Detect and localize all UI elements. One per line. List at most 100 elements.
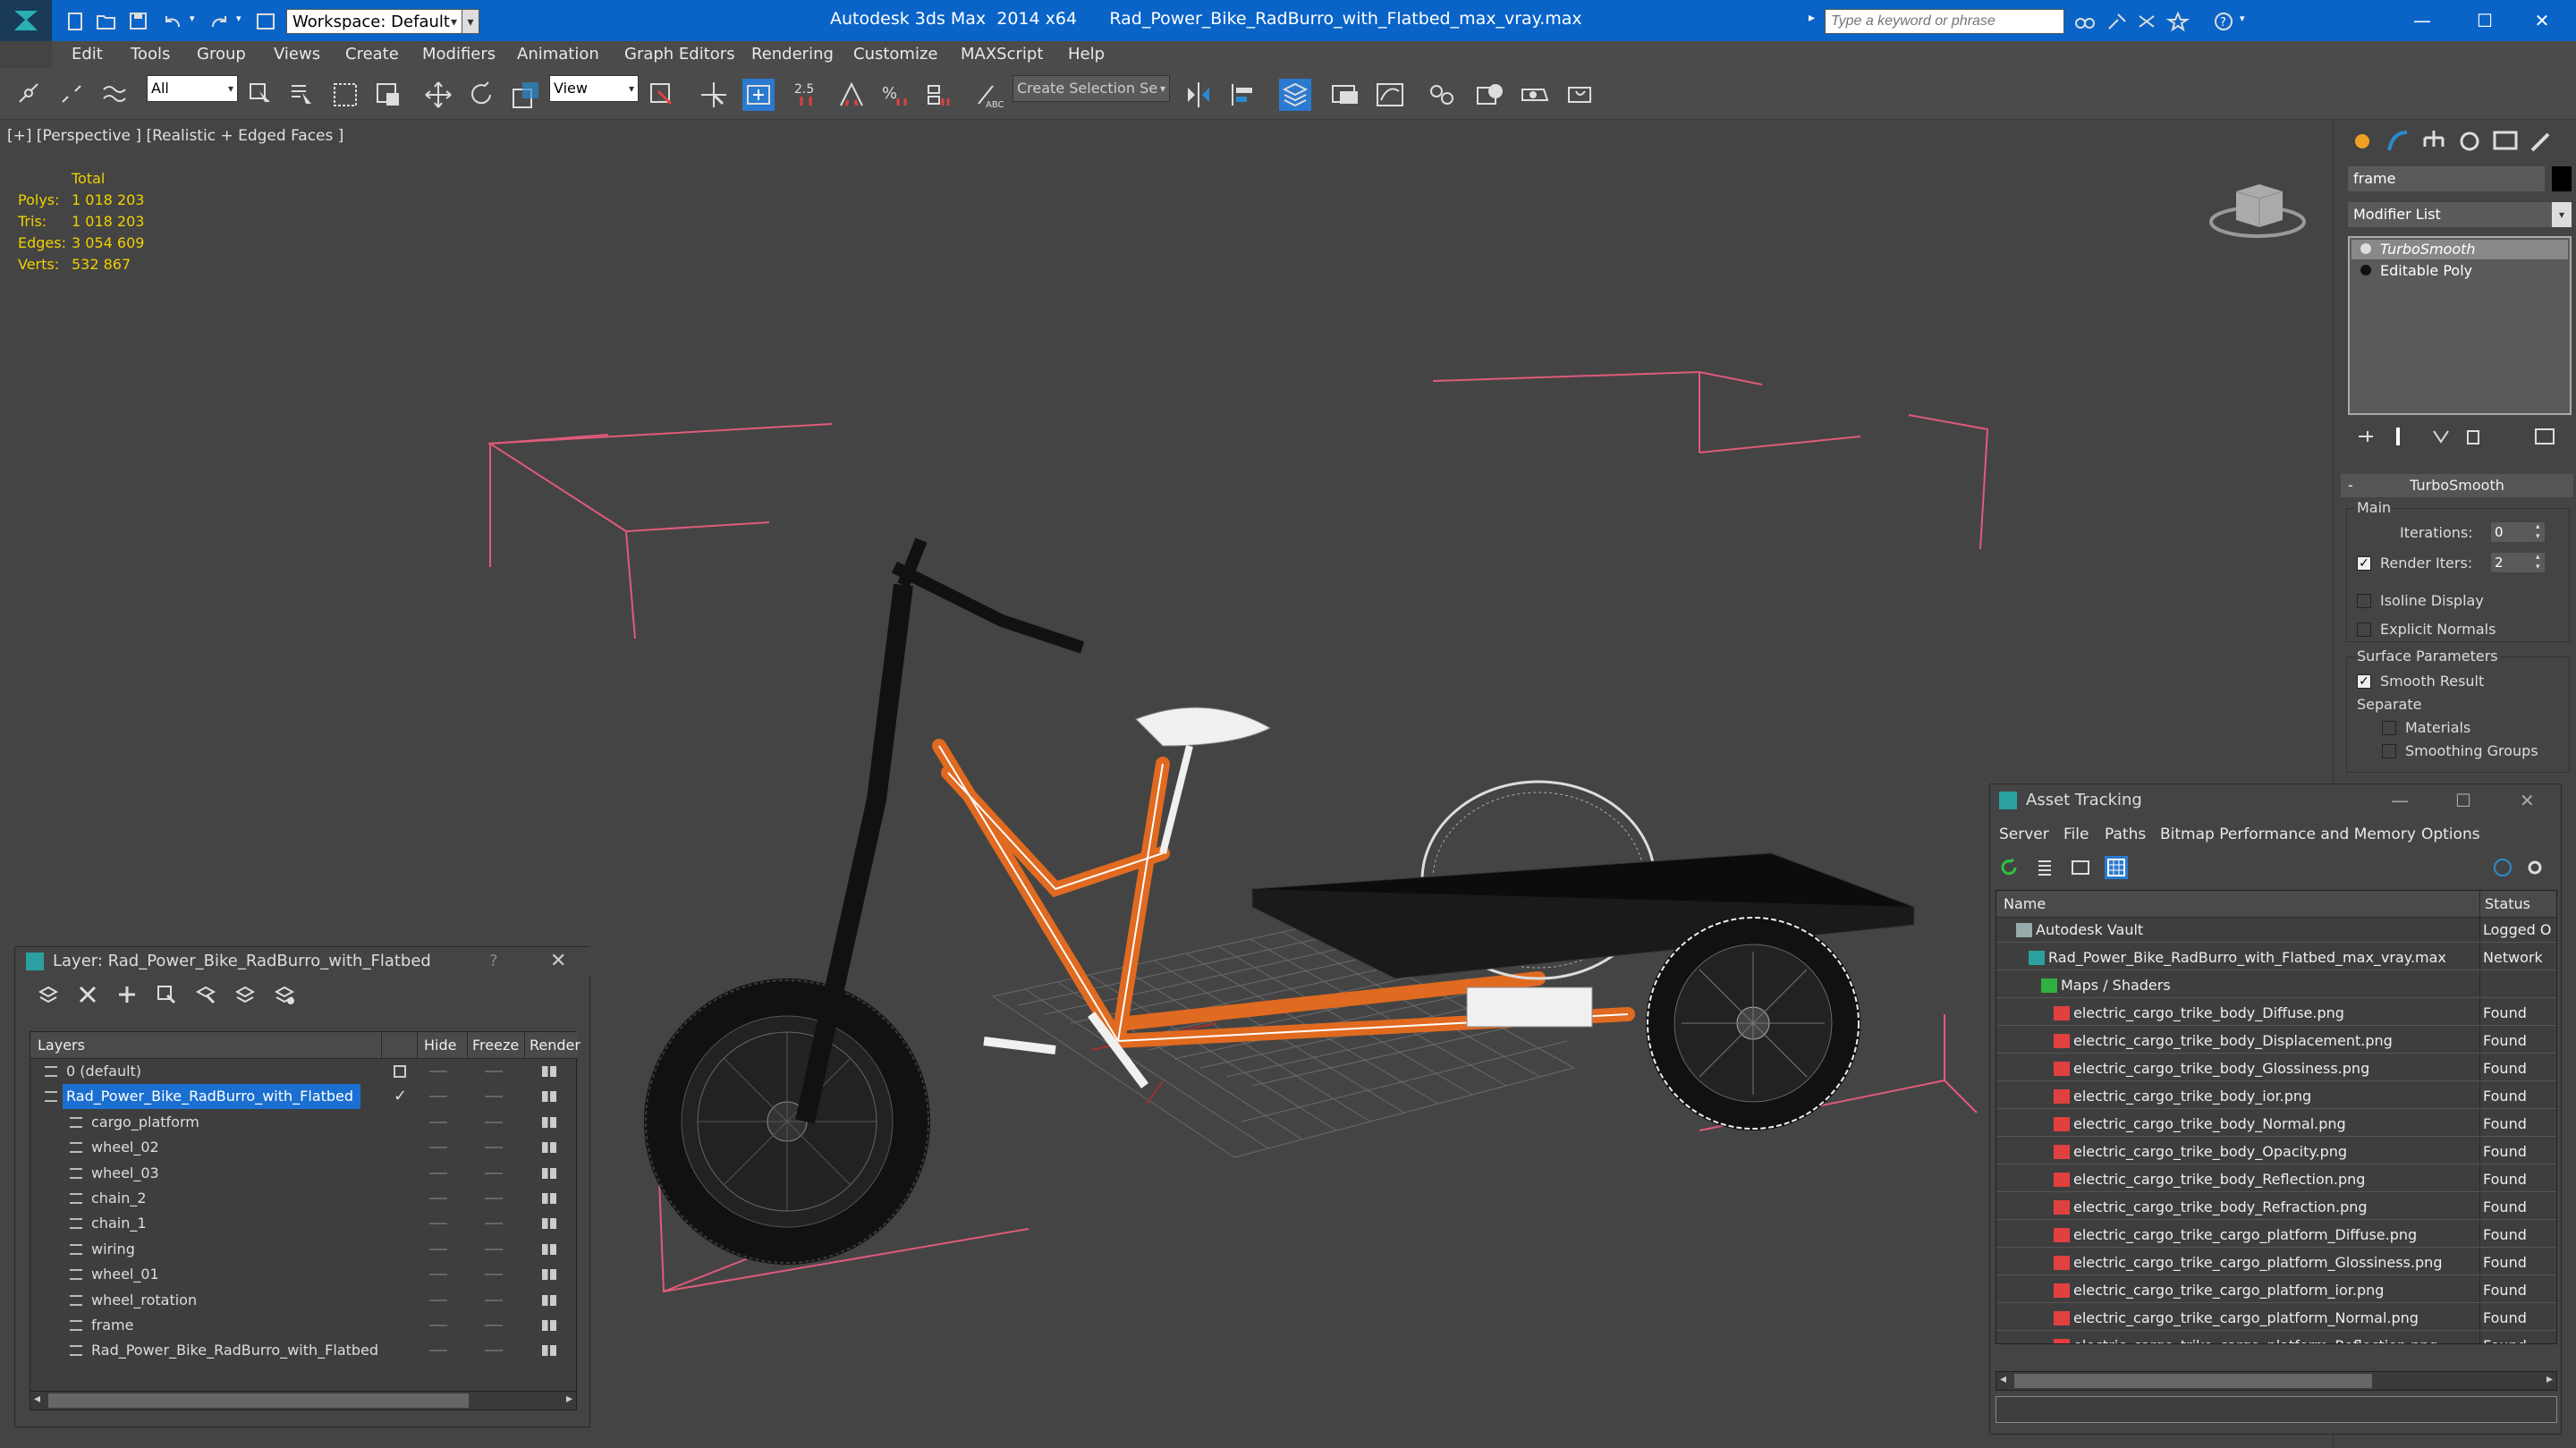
scrollbar-thumb[interactable] <box>2014 1374 2372 1388</box>
layer-row-name[interactable]: 0 (default) <box>63 1059 148 1084</box>
move-icon[interactable] <box>422 79 454 111</box>
spinner-snap-icon[interactable] <box>921 79 953 111</box>
configure-modifier-sets-icon[interactable] <box>2534 426 2555 447</box>
render-teapot-icon[interactable] <box>542 1320 556 1331</box>
help-button[interactable]: ? <box>489 947 498 976</box>
add-to-layer-icon[interactable] <box>115 983 139 1006</box>
object-color-swatch[interactable] <box>2552 166 2572 191</box>
open-file-icon[interactable] <box>95 11 118 32</box>
select-objects-in-layer-icon[interactable] <box>155 983 178 1006</box>
menu-options[interactable]: Options <box>2421 822 2480 847</box>
menu-file[interactable]: File <box>2063 822 2089 847</box>
freeze-toggle[interactable] <box>485 1096 503 1098</box>
unlink-selection-icon[interactable] <box>55 79 88 111</box>
hide-toggle[interactable] <box>429 1274 447 1276</box>
select-by-name-icon[interactable] <box>286 79 318 111</box>
layer-row-name[interactable]: wheel_01 <box>88 1262 166 1287</box>
layer-row-name[interactable]: cargo_platform <box>88 1110 207 1135</box>
motion-tab-icon[interactable] <box>2452 125 2487 157</box>
scroll-left-icon[interactable]: ◂ <box>34 1392 40 1406</box>
hide-toggle[interactable] <box>429 1198 447 1199</box>
select-and-link-icon[interactable] <box>13 79 45 111</box>
layer-row[interactable]: Rad_Power_Bike_RadBurro_with_Flatbed <box>30 1338 578 1363</box>
hide-toggle[interactable] <box>429 1350 447 1352</box>
scroll-right-icon[interactable]: ▸ <box>2546 1372 2553 1386</box>
layer-row-name[interactable]: chain_1 <box>88 1211 154 1236</box>
hide-toggle[interactable] <box>429 1299 447 1301</box>
render-teapot-icon[interactable] <box>542 1116 556 1128</box>
hide-toggle[interactable] <box>429 1325 447 1326</box>
menu-create[interactable]: Create <box>345 45 399 64</box>
freeze-toggle[interactable] <box>485 1172 503 1174</box>
scroll-left-icon[interactable]: ◂ <box>2000 1372 2006 1386</box>
asset-row[interactable]: electric_cargo_trike_body_Diffuse.png Fou… <box>1996 1001 2556 1026</box>
redo-icon[interactable] <box>208 11 231 32</box>
layer-row-name[interactable]: Rad_Power_Bike_RadBurro_with_Flatbed <box>63 1084 361 1110</box>
asset-row[interactable]: Autodesk Vault Logged O <box>1996 918 2556 943</box>
maximize-button[interactable]: ☐ <box>2467 5 2503 36</box>
hide-toggle[interactable] <box>429 1223 447 1225</box>
freeze-toggle[interactable] <box>485 1325 503 1326</box>
render-iters-checkbox[interactable]: ✓ <box>2357 556 2371 571</box>
rectangular-selection-icon[interactable] <box>329 79 361 111</box>
menu-customize[interactable]: Customize <box>853 45 937 64</box>
undo-icon[interactable] <box>161 11 184 32</box>
hide-toggle[interactable] <box>429 1172 447 1174</box>
explicit-normals-checkbox[interactable] <box>2357 622 2371 637</box>
hide-toggle[interactable] <box>429 1096 447 1098</box>
layer-row-active[interactable]: Rad_Power_Bike_RadBurro_with_Flatbed ✓ <box>30 1084 578 1110</box>
current-layer-check-icon[interactable]: ✓ <box>394 1084 407 1109</box>
snaps-toggle-icon[interactable]: 2.5 <box>792 79 825 111</box>
layer-row[interactable]: wheel_02 <box>30 1135 578 1160</box>
modify-tab-icon[interactable] <box>2380 125 2416 157</box>
asset-row[interactable]: Rad_Power_Bike_RadBurro_with_Flatbed_max… <box>1996 945 2556 970</box>
render-teapot-icon[interactable] <box>542 1142 556 1154</box>
freeze-toggle[interactable] <box>485 1299 503 1301</box>
render-teapot-icon[interactable] <box>542 1218 556 1230</box>
project-folder-icon[interactable] <box>254 11 277 32</box>
hide-toggle[interactable] <box>429 1248 447 1250</box>
make-unique-icon[interactable] <box>2430 426 2452 447</box>
object-name-field[interactable]: frame <box>2348 166 2545 191</box>
render-teapot-icon[interactable] <box>542 1269 556 1281</box>
asset-row[interactable]: electric_cargo_trike_cargo_platform_Diff… <box>1996 1223 2556 1248</box>
asset-row[interactable]: Maps / Shaders <box>1996 973 2556 998</box>
asset-row[interactable]: electric_cargo_trike_cargo_platform_Norm… <box>1996 1306 2556 1331</box>
favorites-star-icon[interactable] <box>2166 11 2190 32</box>
remove-modifier-icon[interactable] <box>2462 426 2484 447</box>
help-dropdown-icon[interactable]: ▾ <box>2240 13 2245 24</box>
show-end-result-icon[interactable] <box>2387 426 2409 447</box>
render-iters-spinner[interactable]: 2 <box>2491 553 2545 572</box>
selection-filter-dropdown[interactable]: All ▾ <box>147 75 238 102</box>
menu-tools[interactable]: Tools <box>131 45 170 64</box>
highlight-selected-layer-icon[interactable] <box>194 983 217 1006</box>
workspace-options-button[interactable]: ▾ <box>462 9 479 34</box>
help-icon[interactable] <box>2491 856 2514 879</box>
app-logo-icon[interactable] <box>0 0 52 41</box>
freeze-toggle[interactable] <box>485 1198 503 1199</box>
layer-row-name[interactable]: wheel_02 <box>88 1135 166 1160</box>
asset-row[interactable]: electric_cargo_trike_cargo_platform_ior.… <box>1996 1278 2556 1303</box>
hide-column-header[interactable]: Hide <box>424 1032 456 1059</box>
render-teapot-icon[interactable] <box>542 1193 556 1204</box>
minimize-button[interactable]: — <box>2391 784 2409 817</box>
maximize-button[interactable]: ☐ <box>2455 784 2471 817</box>
workspace-dropdown[interactable]: Workspace: Default ▾ <box>286 9 463 34</box>
turbosmooth-rollout-header[interactable]: - TurboSmooth <box>2341 474 2573 497</box>
viewcube-icon[interactable] <box>2209 184 2306 238</box>
select-object-icon[interactable] <box>245 79 277 111</box>
keyboard-shortcut-override-icon[interactable] <box>742 79 775 111</box>
menu-help[interactable]: Help <box>1068 45 1105 64</box>
menu-graph-editors[interactable]: Graph Editors <box>624 45 735 64</box>
search-expand-icon[interactable]: ▸ <box>1809 11 1815 25</box>
percent-snap-icon[interactable]: % <box>878 79 911 111</box>
close-button[interactable]: ✕ <box>2524 5 2560 36</box>
layer-row-name[interactable]: frame <box>88 1313 140 1338</box>
asset-row[interactable]: electric_cargo_trike_body_Opacity.png Fou… <box>1996 1139 2556 1164</box>
freeze-toggle[interactable] <box>485 1350 503 1352</box>
render-teapot-icon[interactable] <box>542 1294 556 1306</box>
create-layer-icon[interactable] <box>37 983 60 1006</box>
schematic-view-icon[interactable] <box>1426 79 1458 111</box>
layer-dialog-titlebar[interactable]: Layer: Rad_Power_Bike_RadBurro_with_Flat… <box>15 947 591 976</box>
stack-item-turbosmooth[interactable]: TurboSmooth <box>2351 240 2568 259</box>
